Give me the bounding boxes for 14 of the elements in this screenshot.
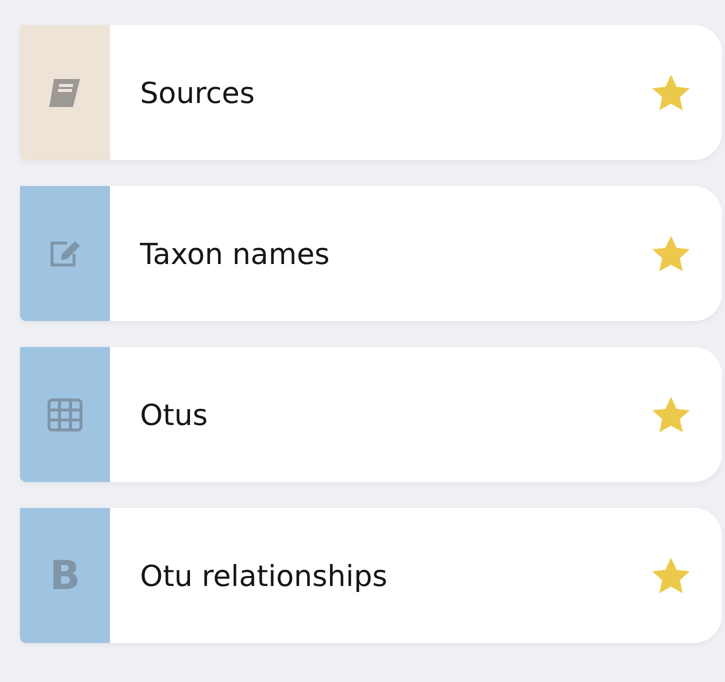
star-icon[interactable] xyxy=(650,556,692,596)
menu-card[interactable]: Taxon names xyxy=(20,186,722,321)
card-label: Sources xyxy=(140,76,256,110)
star-icon[interactable] xyxy=(650,234,692,274)
card-label: Otus xyxy=(140,398,209,432)
letter-icon: B xyxy=(50,552,80,598)
menu-card[interactable]: B Otu relationships xyxy=(20,508,722,643)
grid-icon xyxy=(47,398,83,432)
card-label: Otu relationships xyxy=(140,558,388,592)
menu-card[interactable]: Sources xyxy=(20,25,722,160)
star-icon[interactable] xyxy=(650,394,692,434)
menu-card[interactable]: Otus xyxy=(20,347,722,482)
card-label: Taxon names xyxy=(140,236,331,270)
star-icon[interactable] xyxy=(650,72,692,112)
